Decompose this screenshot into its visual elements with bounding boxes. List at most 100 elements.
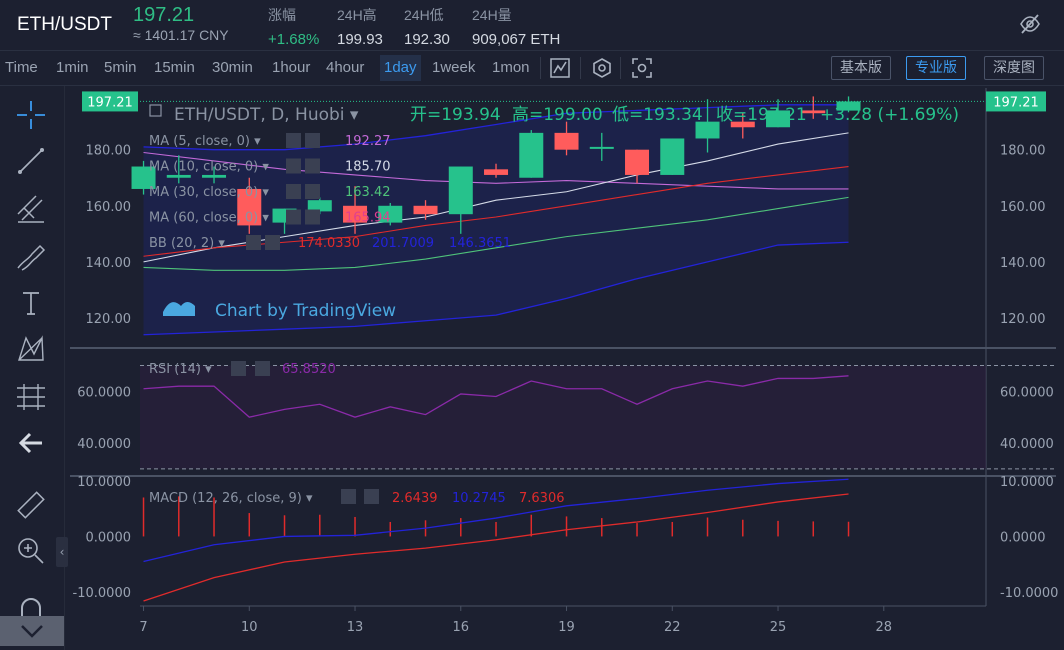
chart-type-icon[interactable] — [548, 56, 572, 80]
tradingview-watermark — [163, 302, 195, 316]
candle-body — [519, 132, 544, 178]
y-tick-label-left: 120.00 — [86, 312, 132, 327]
view-pro-button[interactable]: 专业版 — [906, 56, 966, 80]
candle — [237, 177, 262, 234]
stat-label: 24H高 — [337, 7, 377, 23]
ruler-icon[interactable] — [14, 488, 48, 522]
macd-label: MACD (12, 26, close, 9) ▾ — [149, 491, 313, 506]
candle-body — [695, 121, 720, 139]
indicator-label: BB (20, 2) ▾ — [149, 236, 225, 251]
collapse-toolbar-button[interactable] — [0, 616, 64, 646]
tab-1hour[interactable]: 1hour — [272, 59, 310, 76]
candle-body — [554, 132, 579, 150]
tab-5min[interactable]: 5min — [104, 59, 137, 76]
y-tick-label-right: 180.00 — [1000, 144, 1046, 159]
macd-signal-line — [143, 493, 849, 602]
tab-1day[interactable]: 1day — [380, 55, 421, 81]
candle — [413, 200, 438, 220]
sidebar-toggle[interactable]: ‹ — [56, 537, 68, 567]
indicator-label: MA (10, close, 0) ▾ — [149, 160, 269, 175]
view-basic-button[interactable]: 基本版 — [831, 56, 891, 80]
rsi-band-fill — [140, 365, 986, 469]
tab-time[interactable]: Time — [5, 59, 38, 76]
candle — [589, 132, 614, 161]
rsi-line — [143, 375, 849, 418]
trend-line-icon[interactable] — [14, 144, 48, 178]
view-depth-button[interactable]: 深度图 — [984, 56, 1044, 80]
divider — [580, 57, 581, 79]
candle — [801, 96, 826, 119]
pair-name[interactable]: ETH/USDT — [17, 14, 112, 36]
indicator-value: 185.70 — [345, 160, 391, 175]
indicator-value: 165.94 — [345, 211, 391, 226]
ohlc-low: 低=193.34 — [612, 105, 703, 125]
pattern-icon[interactable] — [14, 332, 48, 366]
rsi-label: RSI (14) ▾ — [149, 362, 212, 377]
candle — [836, 96, 861, 113]
last-price-badge-left — [82, 91, 138, 112]
last-price-label-right: 197.21 — [993, 95, 1039, 110]
crosshair-icon[interactable] — [14, 98, 48, 132]
candle-body — [730, 121, 755, 128]
indicator-line-4 — [143, 165, 849, 257]
stat-label: 涨幅 — [268, 7, 296, 23]
stat-label: 24H低 — [404, 7, 444, 23]
stat-high: 24H高 199.93 — [337, 5, 383, 48]
candle — [343, 186, 368, 234]
close-icon — [305, 184, 320, 199]
indicator-value: 174.0330 — [298, 236, 360, 251]
tab-30min[interactable]: 30min — [212, 59, 253, 76]
macd-tick-right: 0.0000 — [1000, 530, 1046, 545]
chevron-down-icon — [21, 625, 43, 638]
tab-1week[interactable]: 1week — [432, 59, 475, 76]
candle — [166, 155, 191, 184]
x-tick-label: 28 — [876, 620, 893, 635]
macd-value: 10.2745 — [452, 491, 506, 506]
indicator-label: MA (5, close, 0) ▾ — [149, 134, 261, 149]
chart-toolbar: Time 1min 5min 15min 30min 1hour 4hour 1day 1wee… — [0, 50, 1064, 86]
tab-4hour[interactable]: 4hour — [326, 59, 364, 76]
bb-upper-line — [143, 104, 849, 151]
brush-icon[interactable] — [14, 240, 48, 274]
arrow-left-icon[interactable] — [14, 426, 48, 460]
collapse-legend-icon — [149, 104, 162, 117]
candle — [730, 113, 755, 139]
tab-15min[interactable]: 15min — [154, 59, 195, 76]
x-tick-label: 19 — [558, 620, 575, 635]
stat-value: 199.93 — [337, 31, 383, 48]
macd-value: 7.6306 — [519, 491, 565, 506]
indicator-line-2 — [143, 196, 849, 271]
stat-value: +1.68% — [268, 31, 320, 48]
stat-volume: 24H量 909,067 ETH — [472, 5, 560, 48]
pitchfork-icon[interactable] — [14, 192, 48, 226]
measure-icon[interactable] — [14, 380, 48, 414]
eye-off-icon[interactable] — [1018, 12, 1042, 36]
candle-body — [413, 205, 438, 215]
text-icon[interactable] — [14, 286, 48, 320]
tab-1min[interactable]: 1min — [56, 59, 89, 76]
bb-lower-line — [143, 241, 849, 336]
indicator-icon[interactable] — [590, 56, 614, 80]
chart-area[interactable]: Chart by TradingView 120.00 120.00 140.00 14… — [0, 0, 1064, 650]
candle-body — [307, 200, 332, 212]
y-tick-label-left: 140.00 — [86, 256, 132, 271]
macd-tick-left: 10.0000 — [77, 475, 131, 490]
candle-body — [343, 205, 368, 223]
gear-icon — [286, 133, 301, 148]
candle — [625, 149, 650, 184]
stat-low: 24H低 192.30 — [404, 5, 450, 48]
gear-icon — [286, 158, 301, 174]
tab-1mon[interactable]: 1mon — [492, 59, 530, 76]
candle-body — [766, 110, 791, 128]
gear-icon — [341, 489, 356, 504]
tradingview-logo-icon — [163, 302, 195, 316]
indicator-line-1 — [143, 132, 849, 263]
stat-value: 909,067 ETH — [472, 31, 561, 48]
candle — [766, 99, 791, 128]
candle-body — [378, 205, 403, 223]
divider — [620, 57, 621, 79]
zoom-in-icon[interactable] — [14, 534, 48, 568]
fullscreen-icon[interactable] — [630, 56, 654, 80]
last-price: 197.21 — [133, 4, 195, 26]
candle-body — [237, 188, 262, 226]
